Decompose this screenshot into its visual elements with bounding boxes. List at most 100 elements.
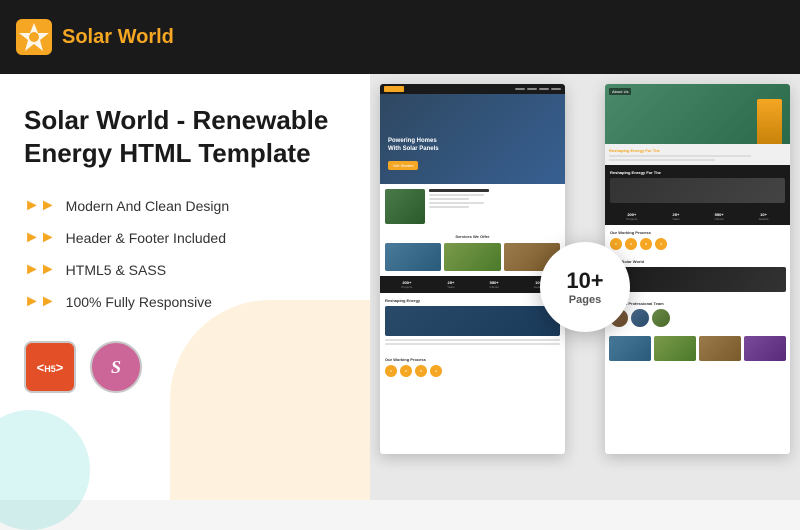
mock-stat: 25+ Years (447, 280, 455, 289)
mock-about-image (385, 189, 425, 224)
mock-reshaping-line (609, 159, 715, 161)
pages-label: Pages (569, 294, 601, 306)
mock-about-badge: About Us (609, 88, 631, 95)
mock-reshaping: Reshaping Energy For The (605, 144, 790, 165)
mock-stat: 10+ Awards (759, 212, 769, 221)
pages-badge: 10+ Pages (540, 242, 630, 332)
mock-avatar (631, 309, 649, 327)
preview-left: Powering HomesWith Solar Panels Get Star… (380, 84, 565, 454)
mock-service-mini (654, 336, 696, 361)
orange-curve-deco (170, 300, 370, 500)
right-panel: Powering HomesWith Solar Panels Get Star… (370, 74, 800, 500)
mock-about-solar-title: About Solar World (609, 259, 786, 264)
mock-reshaping-line (609, 155, 751, 157)
mock-nav-link (527, 88, 537, 90)
mock-working-right: Our Working Process 1 2 3 4 (605, 225, 790, 255)
mock-stat: 200+ Projects (401, 280, 412, 289)
mock-dot: 4 (430, 365, 442, 377)
logo-text: Solar World (62, 26, 174, 49)
mock-avatar (652, 309, 670, 327)
mock-about-solar: About Solar World (605, 255, 790, 296)
mock-hero-text: Powering HomesWith Solar Panels Get Star… (388, 138, 439, 172)
mock-section-title: Reshaping Energy (385, 298, 560, 303)
mock-dark-section: Reshaping Energy For The (605, 165, 790, 208)
mock-about (380, 184, 565, 229)
mock-nav-links (515, 88, 561, 90)
header: Solar World (0, 0, 800, 74)
mock-service-card (444, 243, 500, 271)
left-panel: Solar World - Renewable Energy HTML Temp… (0, 74, 370, 500)
mock-reshaping-title: Reshaping Energy For The (609, 148, 786, 153)
sass-label: S (111, 357, 121, 378)
mock-dot: 1 (385, 365, 397, 377)
mock-navbar (380, 84, 565, 94)
mock-line (385, 339, 560, 341)
arrow-icon-3: ►► (24, 261, 56, 279)
mock-img-top: About Us (605, 84, 790, 144)
logo-text-second: World (112, 26, 174, 48)
mock-stat-label: Projects (401, 285, 412, 289)
mock-nav-link (539, 88, 549, 90)
mock-person-figure (757, 99, 782, 144)
mock-dot: 2 (625, 238, 637, 250)
mock-stat-label: Projects (626, 217, 637, 221)
preview-container: Powering HomesWith Solar Panels Get Star… (370, 74, 800, 500)
html5-badge: <H5> (24, 341, 76, 393)
mock-services-title: Services We Offer (385, 234, 560, 239)
mock-services-grid (385, 243, 560, 271)
mock-team-title: We Are A Professional Team (610, 301, 785, 306)
mock-about-line (429, 202, 484, 204)
list-item: ►► Header & Footer Included (24, 229, 346, 247)
mock-working-dots: 1 2 3 4 (385, 365, 560, 377)
list-item: ►► HTML5 & SASS (24, 261, 346, 279)
arrow-icon-1: ►► (24, 197, 56, 215)
feature-label-4: 100% Fully Responsive (66, 294, 212, 310)
mock-service-card (385, 243, 441, 271)
mock-services-row-bottom (605, 332, 790, 365)
logo-icon (16, 19, 52, 55)
mock-line (385, 343, 560, 345)
mock-avatars (610, 309, 785, 327)
mock-working-title-right: Our Working Process (610, 230, 785, 235)
arrow-icon-4: ►► (24, 293, 56, 311)
mock-about-solar-img (609, 267, 786, 292)
mock-dot: 3 (640, 238, 652, 250)
mock-services: Services We Offer (380, 229, 565, 276)
main-content: Solar World - Renewable Energy HTML Temp… (0, 74, 800, 500)
logo-text-first: Solar (62, 26, 112, 48)
mock-working-title: Our Working Process (385, 357, 560, 362)
mock-stat: 550+ Clients (715, 212, 724, 221)
mock-team: We Are A Professional Team (605, 296, 790, 332)
mock-service-mini (744, 336, 786, 361)
pages-count: 10+ (566, 268, 603, 294)
mock-service-mini (609, 336, 651, 361)
product-title: Solar World - Renewable Energy HTML Temp… (24, 104, 346, 169)
features-list: ►► Modern And Clean Design ►► Header & F… (24, 197, 346, 311)
mock-nav-link (551, 88, 561, 90)
mock-stat: 200+ Projects (626, 212, 637, 221)
mock-nav-link (515, 88, 525, 90)
mock-dot: 3 (415, 365, 427, 377)
mock-stat-label: Years (672, 217, 680, 221)
mock-stats-row: 200+ Projects 25+ Years 550+ Clients 10+… (605, 208, 790, 225)
mock-stat-label: Clients (715, 217, 724, 221)
mock-dot: 4 (655, 238, 667, 250)
mock-hero-btn: Get Started (388, 161, 418, 170)
mock-section-img (385, 306, 560, 336)
mock-hero: Powering HomesWith Solar Panels Get Star… (380, 94, 565, 184)
arrow-icon-2: ►► (24, 229, 56, 247)
mock-working-dots-right: 1 2 3 4 (610, 238, 785, 250)
deco-circle (0, 410, 90, 530)
mock-stat-label: Years (447, 285, 455, 289)
mock-about-text (429, 189, 489, 224)
mock-nav-logo (384, 86, 404, 92)
mock-stat-label: Awards (759, 217, 769, 221)
mock-about-line (429, 198, 469, 200)
mock-service-mini (699, 336, 741, 361)
mock-stat: 550+ Clients (490, 280, 499, 289)
mock-dot: 1 (610, 238, 622, 250)
mock-section: Reshaping Energy (380, 293, 565, 352)
mock-hero-heading: Powering HomesWith Solar Panels (388, 138, 439, 154)
list-item: ►► Modern And Clean Design (24, 197, 346, 215)
mock-lines (385, 339, 560, 345)
